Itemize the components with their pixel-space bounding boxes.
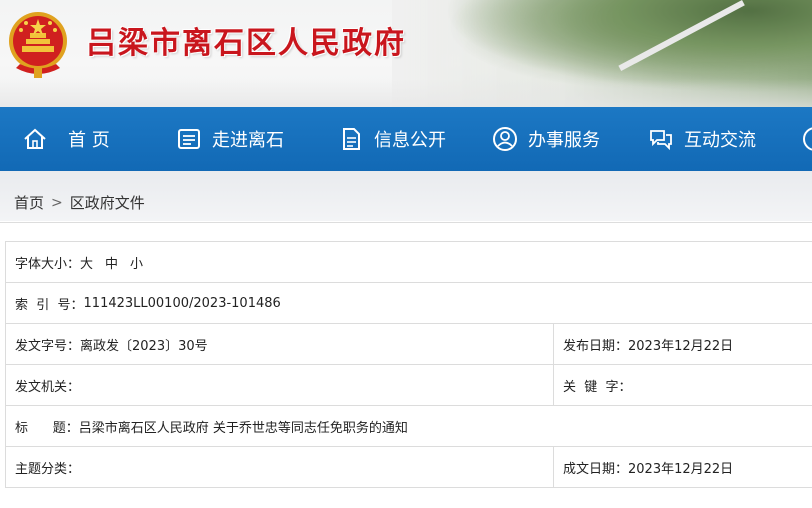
font-size-large-button[interactable]: 大 bbox=[80, 253, 93, 272]
title-label: 标 题： bbox=[15, 420, 79, 436]
created-date-cell: 成文日期： 2023年12月22日 bbox=[563, 447, 733, 487]
issuer-row: 发文机关： 关 键 字： bbox=[5, 365, 812, 406]
nav-item-about[interactable]: 走进离石 bbox=[176, 107, 284, 171]
nav-item-label: 信息公开 bbox=[374, 130, 446, 151]
breadcrumb: 首页 > 区政府文件 bbox=[14, 192, 145, 213]
doc-no-label: 发文字号： bbox=[15, 338, 81, 354]
nav-item-label: 互动交流 bbox=[684, 130, 756, 151]
created-date-value: 2023年12月22日 bbox=[628, 461, 734, 477]
font-size-label: 字体大小： bbox=[15, 256, 81, 272]
publish-date-cell: 发布日期： 2023年12月22日 bbox=[563, 324, 733, 364]
issuer-cell: 发文机关： bbox=[15, 365, 80, 405]
column-divider bbox=[553, 324, 554, 364]
doc-no-row: 发文字号： 离政发〔2023〕30号 发布日期： 2023年12月22日 bbox=[5, 324, 812, 365]
font-size-row: 字体大小： 大 中 小 bbox=[5, 242, 812, 283]
nav-item-label: 办事服务 bbox=[528, 130, 600, 151]
title-cell: 标 题： 吕梁市离石区人民政府 关于乔世忠等同志任免职务的通知 bbox=[15, 406, 408, 446]
nav-item-interaction[interactable]: 互动交流 bbox=[648, 107, 756, 171]
breadcrumb-divider bbox=[0, 222, 812, 223]
user-service-icon bbox=[493, 127, 517, 151]
document-info-table: 字体大小： 大 中 小 索 引 号： 111423LL00100/2023-10… bbox=[5, 241, 812, 488]
site-banner: 吕梁市离石区人民政府 bbox=[0, 0, 812, 107]
index-no-cell: 索 引 号： 111423LL00100/2023-101486 bbox=[15, 283, 281, 323]
nav-item-label: 走进离石 bbox=[212, 130, 284, 151]
nav-item-label: 首 页 bbox=[68, 130, 110, 151]
issuer-label: 发文机关： bbox=[15, 379, 81, 395]
nav-item-info-disclosure[interactable]: 信息公开 bbox=[338, 107, 446, 171]
subject-row: 主题分类： 成文日期： 2023年12月22日 bbox=[5, 447, 812, 488]
font-size-cell: 字体大小： 大 中 小 bbox=[15, 242, 143, 282]
more-partial-icon bbox=[803, 127, 812, 151]
keywords-cell: 关 键 字： bbox=[563, 365, 632, 405]
doc-no-value: 离政发〔2023〕30号 bbox=[80, 338, 208, 354]
column-divider bbox=[553, 447, 554, 487]
nav-item-services[interactable]: 办事服务 bbox=[492, 107, 600, 171]
doc-no-cell: 发文字号： 离政发〔2023〕30号 bbox=[15, 324, 208, 364]
title-value: 吕梁市离石区人民政府 关于乔世忠等同志任免职务的通知 bbox=[78, 420, 408, 436]
nav-item-more[interactable] bbox=[802, 107, 812, 171]
home-icon bbox=[24, 128, 46, 149]
subject-cell: 主题分类： bbox=[15, 447, 80, 487]
keywords-label: 关 键 字： bbox=[563, 379, 632, 395]
breadcrumb-home-link[interactable]: 首页 bbox=[14, 192, 44, 213]
chat-bubbles-icon bbox=[650, 130, 672, 151]
created-date-label: 成文日期： bbox=[563, 461, 629, 477]
publish-date-label: 发布日期： bbox=[563, 338, 629, 354]
national-emblem-icon bbox=[9, 12, 67, 78]
breadcrumb-current-link[interactable]: 区政府文件 bbox=[70, 192, 145, 213]
title-row: 标 题： 吕梁市离石区人民政府 关于乔世忠等同志任免职务的通知 bbox=[5, 406, 812, 447]
breadcrumb-separator: > bbox=[51, 194, 63, 211]
index-no-value: 111423LL00100/2023-101486 bbox=[83, 295, 281, 311]
font-size-medium-button[interactable]: 中 bbox=[105, 253, 118, 272]
site-title[interactable]: 吕梁市离石区人民政府 bbox=[86, 18, 406, 62]
document-icon bbox=[343, 128, 360, 150]
nav-item-home[interactable]: 首 页 bbox=[22, 107, 110, 171]
font-size-small-button[interactable]: 小 bbox=[130, 253, 143, 272]
index-no-row: 索 引 号： 111423LL00100/2023-101486 bbox=[5, 283, 812, 324]
index-no-label: 索 引 号： bbox=[15, 297, 84, 313]
publish-date-value: 2023年12月22日 bbox=[628, 338, 734, 354]
list-card-icon bbox=[178, 129, 200, 149]
column-divider bbox=[553, 365, 554, 405]
main-nav: 首 页 走进离石 信息公开 办事服务 互动交流 bbox=[0, 107, 812, 171]
subject-label: 主题分类： bbox=[15, 461, 81, 477]
banner-wave-decoration bbox=[0, 79, 812, 107]
